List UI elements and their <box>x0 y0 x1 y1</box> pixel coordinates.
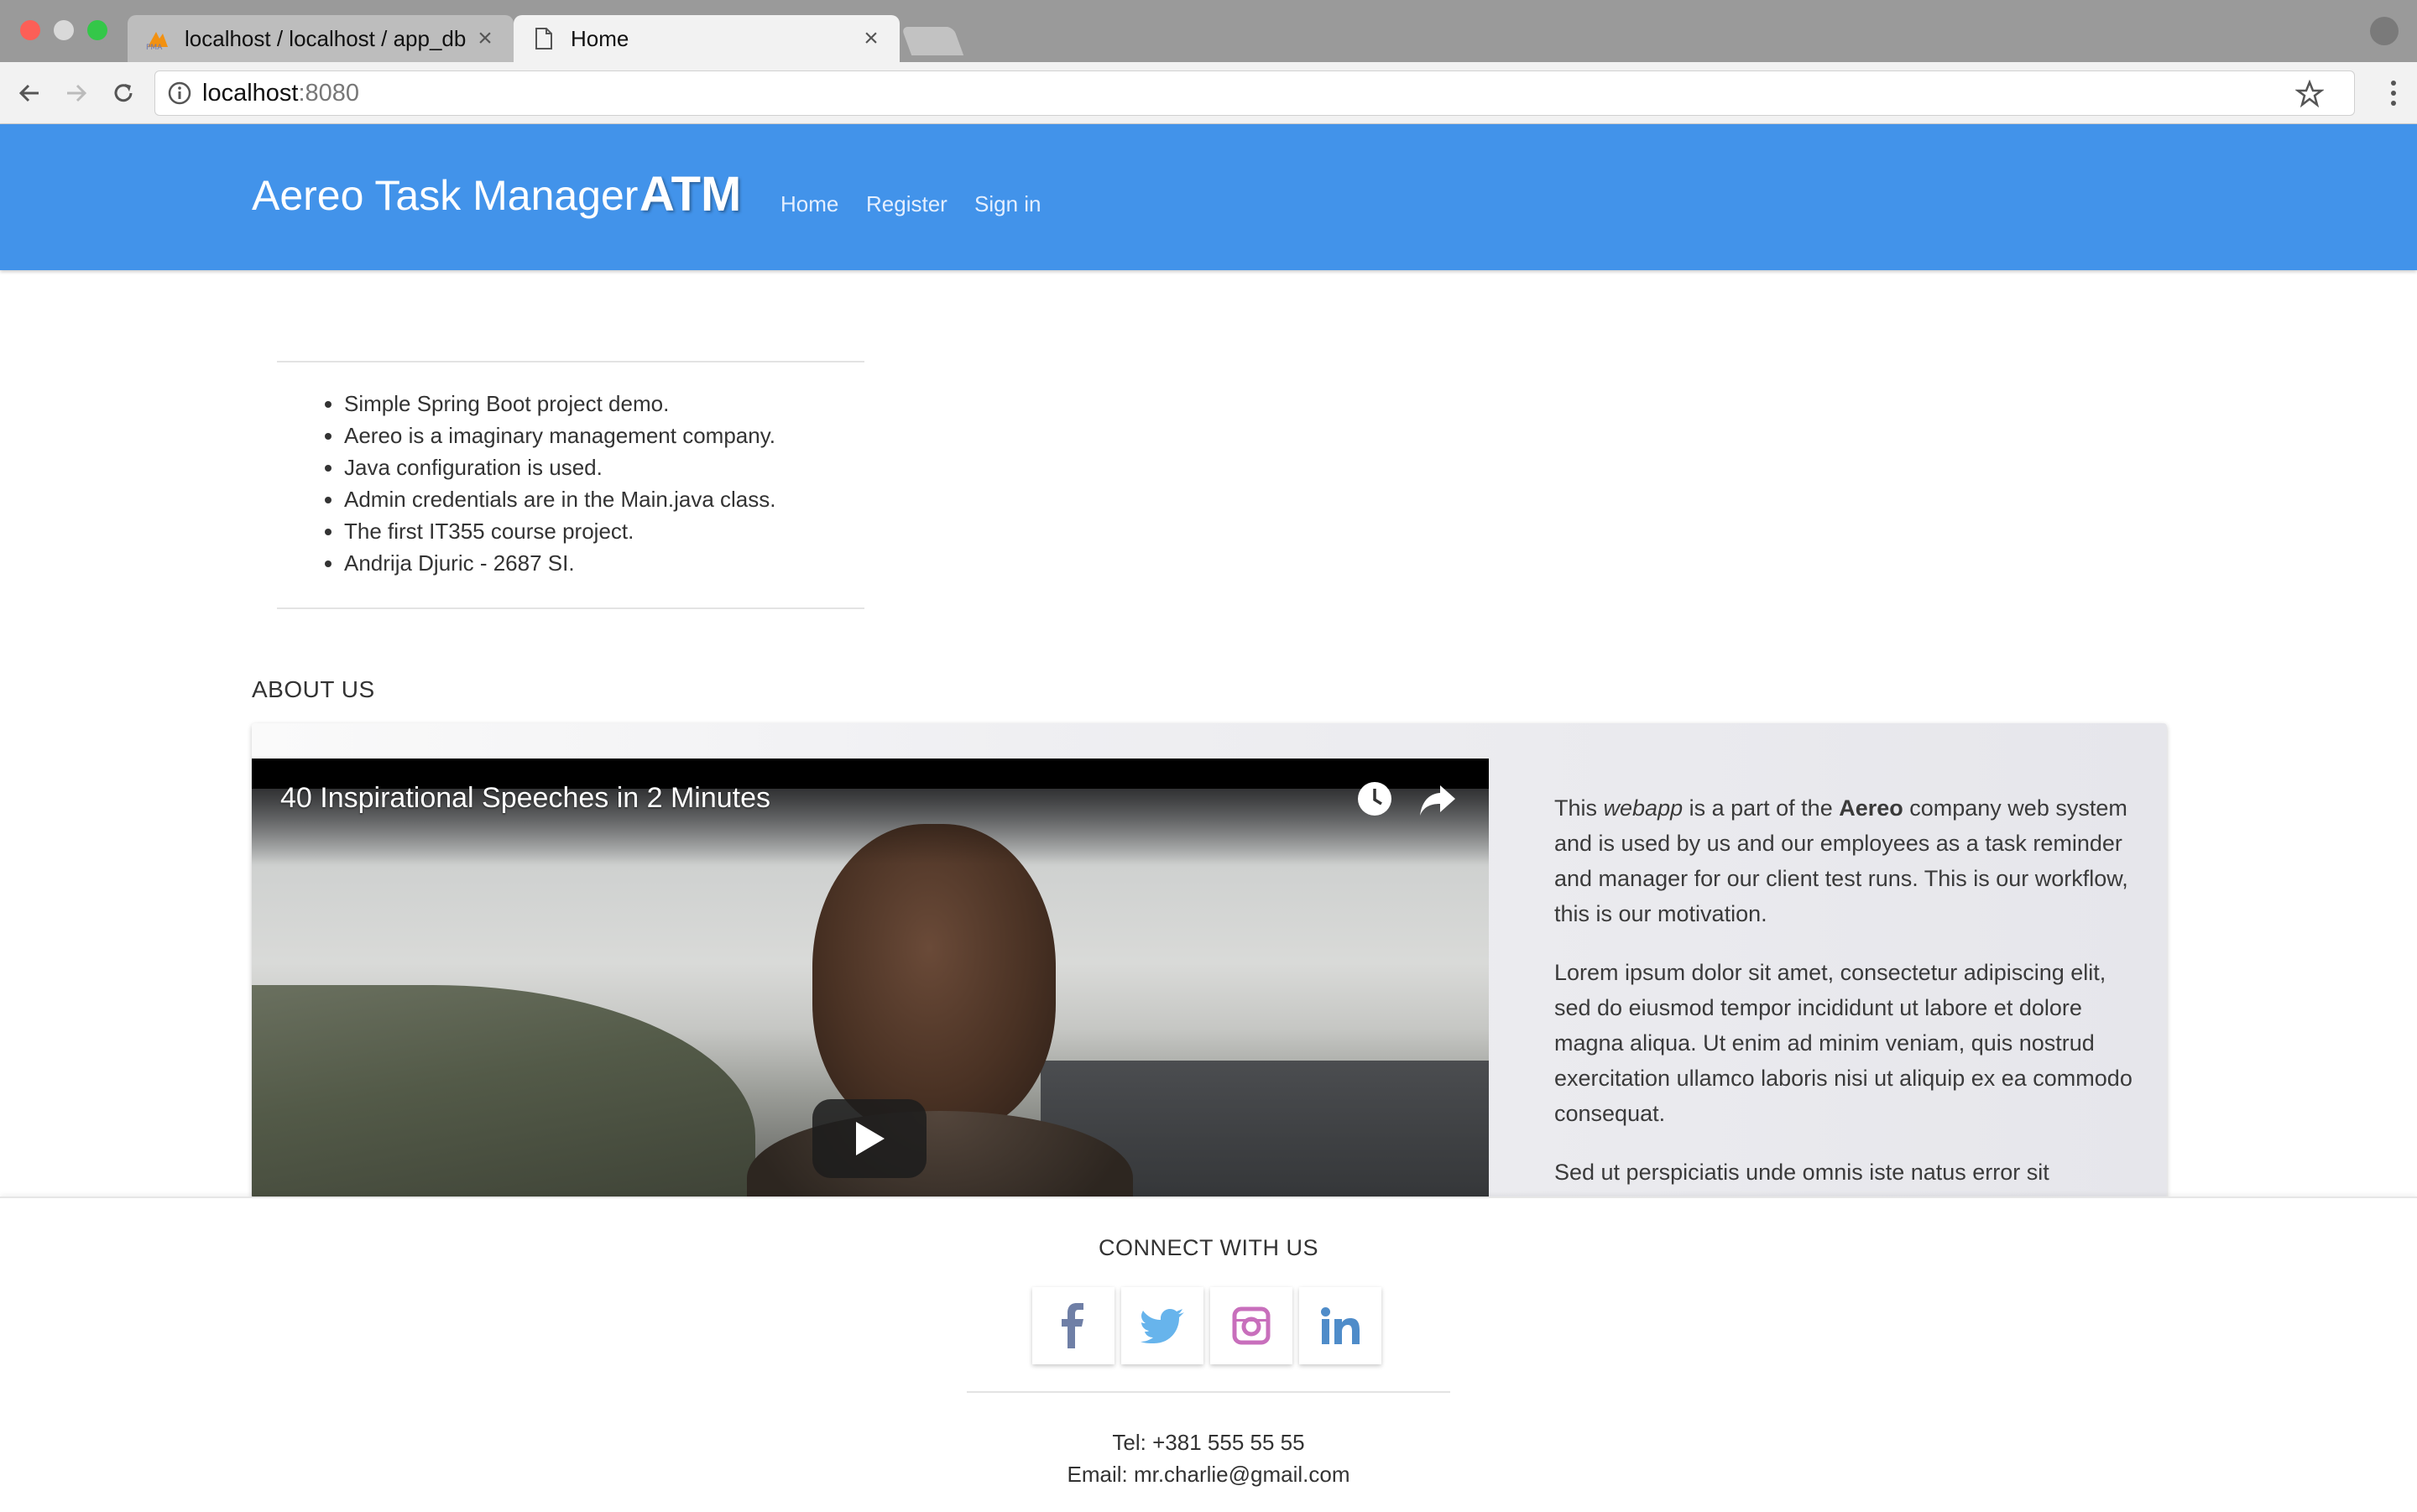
list-item: Admin credentials are in the Main.java c… <box>344 483 864 515</box>
list-item: Java configuration is used. <box>344 451 864 483</box>
site-info-icon[interactable] <box>167 81 192 106</box>
svg-text:PMA: PMA <box>146 44 163 50</box>
about-card: 40 Inspirational Speeches in 2 Minutes T… <box>252 723 2167 1198</box>
browser-titlebar: PMA localhost / localhost / app_db × Hom… <box>0 0 2417 62</box>
nav-link-sign-in[interactable]: Sign in <box>974 191 1041 217</box>
phpmyadmin-icon: PMA <box>144 25 171 52</box>
tab-title: Home <box>571 25 629 51</box>
new-tab-button[interactable] <box>901 27 964 55</box>
url-port: :8080 <box>298 79 360 107</box>
back-icon[interactable] <box>12 76 47 111</box>
url-host: localhost <box>202 79 299 107</box>
browser-toolbar: localhost :8080 <box>0 62 2417 124</box>
footer-divider <box>967 1391 1450 1393</box>
browser-tab-home[interactable]: Home × <box>514 15 900 62</box>
brand-name[interactable]: Aereo Task Manager <box>252 171 638 220</box>
play-icon[interactable] <box>812 1099 927 1178</box>
list-item: Aereo is a imaginary management company. <box>344 420 864 451</box>
profile-icon[interactable] <box>2370 17 2399 45</box>
video-frame-person <box>812 824 1056 1134</box>
window-minimize-button[interactable] <box>54 20 74 40</box>
connect-heading: CONNECT WITH US <box>1099 1235 1318 1260</box>
browser-menu-icon[interactable] <box>2385 76 2402 111</box>
about-paragraph-1: This webapp is a part of the Aereo compa… <box>1554 795 2128 926</box>
bookmark-star-icon[interactable] <box>2295 71 2324 117</box>
window-maximize-button[interactable] <box>87 20 107 40</box>
nav-link-home[interactable]: Home <box>780 191 838 217</box>
twitter-icon[interactable] <box>1121 1287 1203 1364</box>
tab-close-icon[interactable]: × <box>859 24 883 53</box>
about-heading: ABOUT US <box>252 676 375 702</box>
watch-later-icon[interactable] <box>1356 780 1393 817</box>
about-paragraph-2: Lorem ipsum dolor sit amet, consectetur … <box>1554 960 2132 1126</box>
list-item: Simple Spring Boot project demo. <box>344 388 864 420</box>
site-navbar: Aereo Task Manager ATM Home Register Sig… <box>0 124 2417 270</box>
project-info-box: Simple Spring Boot project demo. Aereo i… <box>277 361 864 609</box>
tab-close-icon[interactable]: × <box>473 24 497 53</box>
about-description: This webapp is a part of the Aereo compa… <box>1554 790 2133 1198</box>
linkedin-icon[interactable] <box>1299 1287 1381 1364</box>
brand-abbreviation[interactable]: ATM <box>639 166 741 222</box>
list-item: Andrija Djuric - 2687 SI. <box>344 547 864 579</box>
about-paragraph-3: Sed ut perspiciatis unde omnis iste natu… <box>1554 1160 2049 1185</box>
video-player[interactable]: 40 Inspirational Speeches in 2 Minutes <box>252 759 1489 1198</box>
video-title[interactable]: 40 Inspirational Speeches in 2 Minutes <box>280 782 770 815</box>
instagram-icon[interactable] <box>1210 1287 1292 1364</box>
window-close-button[interactable] <box>20 20 40 40</box>
page-icon <box>530 25 557 52</box>
forward-icon[interactable] <box>59 76 94 111</box>
contact-phone: Tel: +381 555 55 55 <box>1112 1430 1305 1455</box>
tab-title: localhost / localhost / app_db <box>185 25 467 51</box>
facebook-icon[interactable] <box>1032 1287 1115 1364</box>
footer: CONNECT WITH US Tel: +381 555 55 55 Emai… <box>0 1197 2417 1512</box>
address-bar[interactable]: localhost :8080 <box>154 70 2355 116</box>
nav-link-register[interactable]: Register <box>866 191 947 217</box>
reload-icon[interactable] <box>106 76 141 111</box>
list-item: The first IT355 course project. <box>344 515 864 547</box>
browser-tab-phpmyadmin[interactable]: PMA localhost / localhost / app_db × <box>128 15 514 62</box>
social-links <box>1032 1287 1381 1364</box>
project-info-list: Simple Spring Boot project demo. Aereo i… <box>277 388 864 579</box>
share-icon[interactable] <box>1418 782 1457 817</box>
contact-email: Email: mr.charlie@gmail.com <box>1067 1462 1350 1487</box>
